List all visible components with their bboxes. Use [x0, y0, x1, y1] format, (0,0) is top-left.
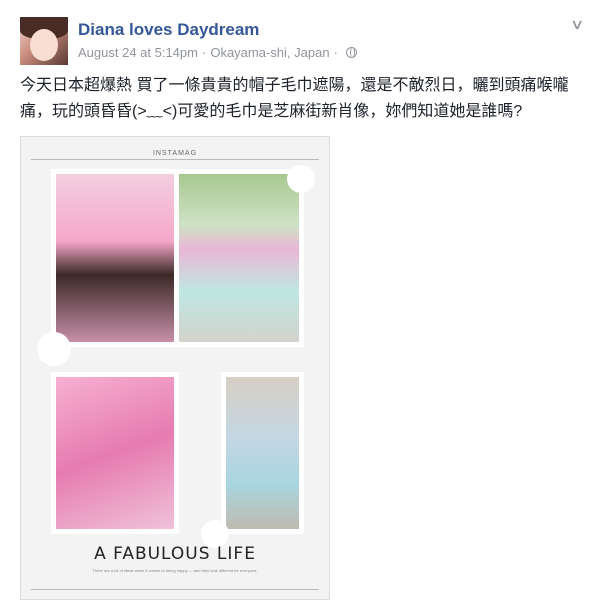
meta-separator: · — [201, 45, 207, 60]
collage-photo-1 — [51, 169, 179, 347]
collage-photo-4 — [221, 372, 304, 534]
photo-collage[interactable]: INSTAMAG A FABULOUS LIFE There are a lot… — [20, 136, 330, 600]
collage-header: INSTAMAG — [152, 150, 198, 157]
post-text: 今天日本超爆熱 買了一條貴貴的帽子毛巾遮陽，還是不敵烈日，曬到頭痛喉嚨痛，玩的頭… — [20, 77, 569, 120]
avatar-face — [30, 29, 58, 61]
post-meta: August 24 at 5:14pm · Okayama-shi, Japan… — [78, 45, 357, 60]
collage-photo-3 — [51, 372, 179, 534]
divider — [31, 589, 319, 590]
collage-photo-2 — [174, 169, 304, 347]
avatar[interactable] — [20, 17, 68, 65]
collage-decoration — [287, 165, 315, 193]
divider — [31, 159, 319, 160]
collage-decoration — [37, 332, 71, 366]
meta-separator-2: · — [333, 45, 338, 60]
collage-caption: There are a lot of ideas when it comes t… — [92, 568, 258, 573]
globe-icon[interactable] — [345, 47, 357, 58]
chevron-down-icon[interactable]: ∨ — [570, 16, 584, 33]
timestamp[interactable]: August 24 at 5:14pm — [78, 45, 198, 60]
location[interactable]: Okayama-shi, Japan — [210, 45, 329, 60]
collage-title: A FABULOUS LIFE — [94, 544, 256, 564]
author-name[interactable]: Diana loves Daydream — [78, 20, 259, 40]
